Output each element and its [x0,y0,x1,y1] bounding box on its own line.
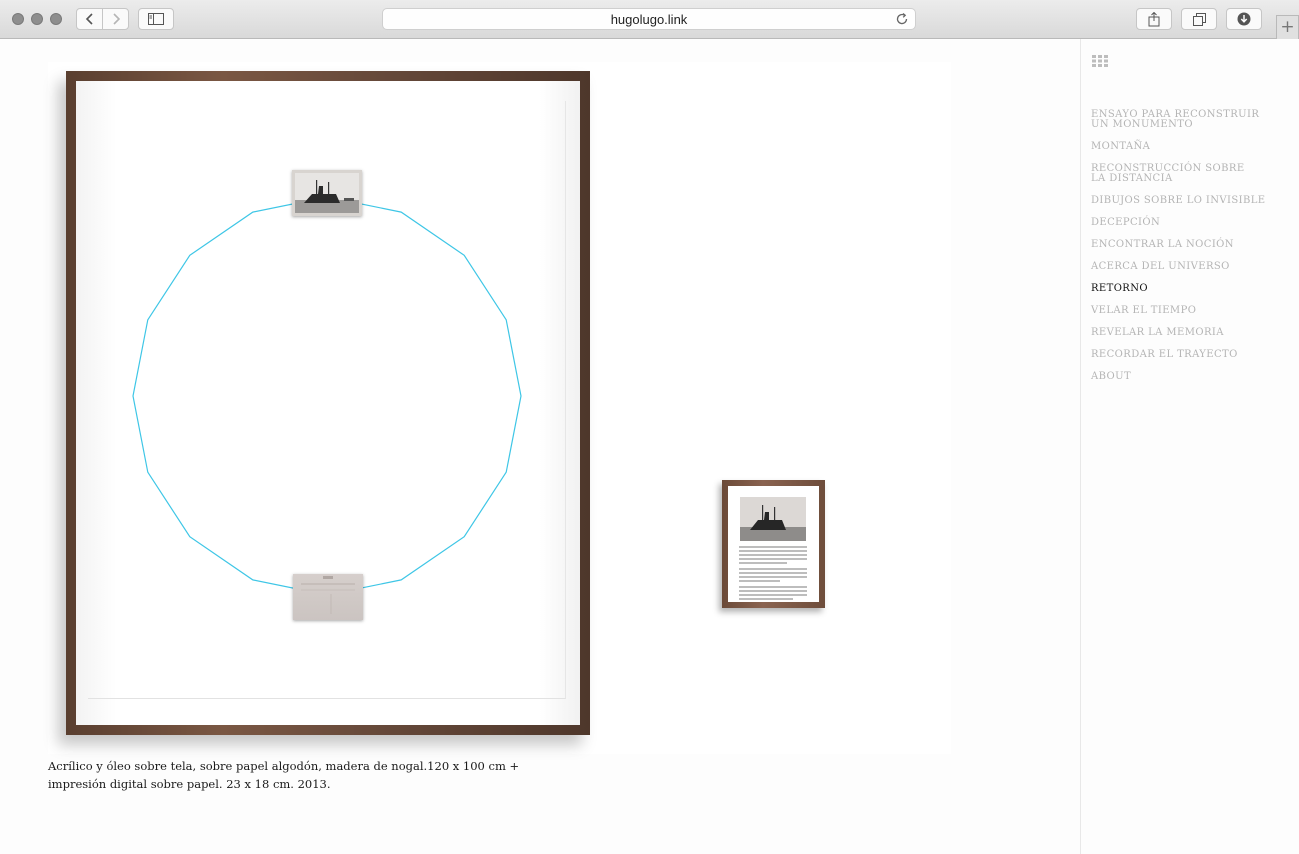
nav-item-9[interactable]: REVELAR LA MEMORIA [1091,328,1291,338]
ship-photo-icon [295,173,359,213]
nav-item-10[interactable]: RECORDAR EL TRAYECTO [1091,350,1291,360]
nav-item-label: RETORNO [1091,283,1148,294]
nav-item-11[interactable]: ABOUT [1091,372,1291,382]
nav-item-5[interactable]: ENCONTRAR LA NOCIÓN [1091,240,1291,250]
nav-item-label: ENCONTRAR LA NOCIÓN [1091,239,1234,250]
postcard-back-icon [301,576,355,614]
nav-item-1[interactable]: MONTAÑA [1091,142,1291,152]
small-print-paper [728,486,819,602]
nav-item-label: ABOUT [1091,371,1132,382]
project-menu: ENSAYO PARA RECONSTRUIR UN MONUMENTO MONTA… [1091,110,1291,394]
artwork-frame-small [722,480,825,608]
nav-item-0[interactable]: ENSAYO PARA RECONSTRUIR UN MONUMENTO [1091,110,1291,130]
artwork-caption: Acrílico y óleo sobre tela, sobre papel … [48,757,568,793]
nav-item-label: DECEPCIÓN [1091,217,1161,228]
small-print-photo [740,497,806,541]
nav-item-4[interactable]: DECEPCIÓN [1091,218,1291,228]
nav-item-8[interactable]: VELAR EL TIEMPO [1091,306,1291,316]
caption-line-1: Acrílico y óleo sobre tela, sobre papel … [48,759,520,773]
nav-item-label: REVELAR LA MEMORIA [1091,327,1224,338]
postcard-photo-ship [292,170,362,216]
nav-item-6[interactable]: ACERCA DEL UNIVERSO [1091,262,1291,272]
caption-line-2: impresión digital sobre papel. 23 x 18 c… [48,777,331,791]
nav-item-2[interactable]: RECONSTRUCCIÓN SOBRE LA DISTANCIA [1091,164,1291,184]
nav-item-7[interactable]: RETORNO [1091,284,1291,294]
nav-item-label: DIBUJOS SOBRE LO INVISIBLE [1091,195,1266,206]
small-print-text [739,546,807,602]
nav-item-label: MONTAÑA [1091,141,1151,152]
postcard-back [293,574,363,620]
nav-item-3[interactable]: DIBUJOS SOBRE LO INVISIBLE [1091,196,1291,206]
site-navigation: ENSAYO PARA RECONSTRUIR UN MONUMENTO MONTA… [1080,39,1299,854]
polygon-line [132,196,522,596]
ship-photo-small-icon [740,497,806,541]
nav-item-label: ACERCA DEL UNIVERSO [1091,261,1230,272]
grid-menu-icon[interactable] [1092,55,1108,67]
nav-item-label-line2: UN MONUMENTO [1091,119,1193,130]
nav-item-label: VELAR EL TIEMPO [1091,305,1197,316]
nav-item-label: RECORDAR EL TRAYECTO [1091,349,1238,360]
nav-item-label-line2: LA DISTANCIA [1091,173,1173,184]
